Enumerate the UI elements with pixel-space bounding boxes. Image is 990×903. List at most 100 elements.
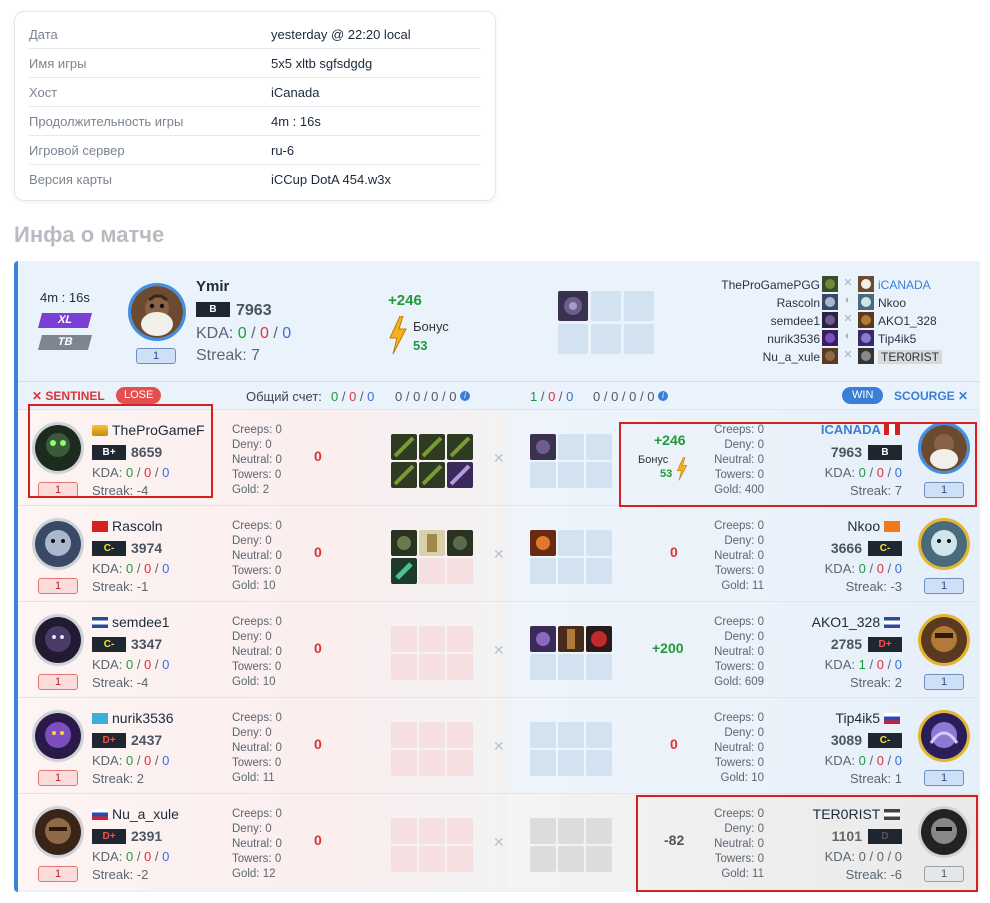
sentinel-player[interactable]: Rascoln (777, 296, 820, 310)
empty-item-slot (586, 846, 612, 872)
empty-item-slot (391, 846, 417, 872)
info-icon[interactable]: i (460, 391, 471, 401)
player-name[interactable]: Nu_a_xule (92, 806, 179, 822)
flag-icon (884, 617, 900, 628)
rank-badge: C- (868, 733, 902, 748)
deaths: 0 (548, 389, 556, 404)
info-label: Хост (29, 84, 58, 100)
stat-value: 0 (274, 661, 282, 673)
stat-value: 0 (275, 454, 282, 466)
empty-item-slot (530, 750, 556, 776)
stat-label: Towers: (714, 661, 755, 673)
item-icon[interactable] (419, 530, 445, 556)
item-icon[interactable] (530, 530, 556, 556)
item-icon[interactable] (558, 291, 588, 321)
empty-item-slot (391, 626, 417, 652)
stat-label: Deny: (232, 535, 263, 547)
info-label: Имя игры (29, 55, 87, 71)
avatar[interactable] (32, 614, 84, 666)
swords-icon: ✕ (843, 349, 853, 361)
sentinel-player[interactable]: nurik3536 (767, 332, 820, 346)
avatar[interactable] (32, 518, 84, 570)
stat-label: Deny: (724, 631, 755, 643)
avatar[interactable] (918, 710, 970, 762)
player-name[interactable]: nurik3536 (92, 710, 174, 726)
item-icon[interactable] (419, 434, 445, 460)
item-icon[interactable] (419, 462, 445, 488)
sentinel-kda: 0 / 0 / 0 (331, 389, 375, 404)
empty-item-slot (419, 626, 445, 652)
avatar[interactable] (918, 614, 970, 666)
stat-label: Creeps: (714, 616, 755, 628)
empty-item-slot (586, 530, 612, 556)
item-icon[interactable] (391, 530, 417, 556)
avatar[interactable] (32, 806, 84, 858)
player-name-text: nurik3536 (112, 710, 174, 726)
china-flag-icon (92, 521, 108, 532)
item-icon[interactable] (558, 626, 584, 652)
scourge-player[interactable]: Tip4ik5 (878, 332, 916, 346)
sentinel-player[interactable]: TheProGamePGG (721, 278, 820, 292)
rating: 7963 (236, 302, 272, 319)
rating-gain: +246 (388, 292, 422, 309)
item-icon[interactable] (391, 558, 417, 584)
item-icon[interactable] (586, 626, 612, 652)
avatar[interactable] (128, 283, 186, 341)
info-value: yesterday @ 22:20 local (271, 26, 411, 42)
scourge-player[interactable]: AKO1_328 (878, 314, 937, 328)
scourge-player-cell: ✕ 0 Creeps: 0 Deny: 0 Neutral: 0 Towers:… (493, 698, 980, 794)
player-name[interactable]: Tip4ik5 (835, 710, 904, 726)
item-icon[interactable] (447, 530, 473, 556)
avatar[interactable] (918, 518, 970, 570)
player-name[interactable]: Rascoln (92, 518, 163, 534)
item-icon[interactable] (447, 462, 473, 488)
player-name[interactable]: semdee1 (92, 614, 170, 630)
player-name[interactable]: AKO1_328 (812, 614, 904, 630)
item-icon[interactable] (391, 462, 417, 488)
info-icon[interactable]: i (658, 391, 669, 401)
empty-item-slot (530, 818, 556, 844)
stat-label: Neutral: (714, 550, 755, 562)
avatar[interactable] (32, 710, 84, 762)
stat-label: Towers: (232, 853, 272, 865)
swords-icon: ✕ (493, 834, 505, 850)
kda: KDA: 0 / 0 / 0 (196, 325, 292, 342)
player-name[interactable]: Ymir (196, 278, 229, 295)
item-icon[interactable] (530, 434, 556, 460)
rating: 3089 (830, 732, 862, 748)
stats-block: Creeps: 0 Deny: 0 Neutral: 0 Towers: 0 G… (232, 807, 282, 882)
stat-value: 0 (757, 550, 764, 562)
player-name[interactable]: Nkoo (847, 518, 904, 534)
team-list-row: Nu_a_xule ✕ TER0RIST (698, 348, 968, 366)
player-row: 1 semdee1 C- 3347 KDA: 0 / 0 / 0 Streak:… (18, 601, 980, 698)
scourge-player[interactable]: iCANADA (878, 278, 931, 292)
scourge-player[interactable]: TER0RIST (878, 350, 943, 364)
item-icon[interactable] (530, 626, 556, 652)
player-row: 1 nurik3536 D+ 2437 KDA: 0 / 0 / 0 Strea… (18, 697, 980, 794)
deaths: 0 (876, 561, 884, 576)
info-label: Версия карты (29, 172, 112, 187)
stats-block: Creeps: 0 Deny: 0 Neutral: 0 Towers: 0 G… (232, 615, 282, 690)
empty-item-slot (558, 750, 584, 776)
empty-item-slot (530, 654, 556, 680)
streak: Streak: 1 (849, 771, 902, 786)
sentinel-player[interactable]: Nu_a_xule (763, 350, 820, 364)
stat-value: 0 (275, 808, 282, 820)
stat-value: 0 (265, 439, 272, 451)
item-icon[interactable] (391, 434, 417, 460)
rank-badge: C- (92, 541, 126, 556)
hero-score: 0 (314, 544, 322, 560)
streak: Streak: 2 (92, 771, 145, 786)
item-icon[interactable] (447, 434, 473, 460)
sentinel-player-cell: 1 Rascoln C- 3974 KDA: 0 / 0 / 0 Streak:… (18, 506, 508, 602)
bonus-value: 53 (413, 338, 428, 353)
sentinel-player[interactable]: semdee1 (771, 314, 820, 328)
team-list: TheProGamePGG ✕ iCANADA Rascoln ◐ Nkoo s… (698, 276, 968, 366)
empty-item-slot (624, 324, 654, 354)
swords-icon: ✕ (493, 642, 505, 658)
stat-value: 0 (757, 757, 764, 769)
empty-item-slot (558, 324, 588, 354)
info-label: Дата (29, 26, 58, 42)
rating: 2785 (830, 636, 862, 652)
scourge-player[interactable]: Nkoo (878, 296, 906, 310)
